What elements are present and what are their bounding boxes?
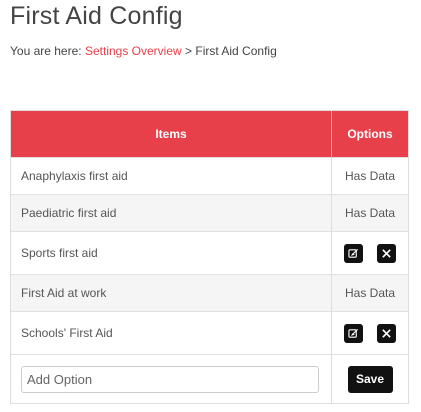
breadcrumb-separator: > bbox=[185, 44, 193, 58]
edit-icon[interactable] bbox=[344, 243, 364, 263]
save-cell: Save bbox=[331, 354, 408, 403]
page-title: First Aid Config bbox=[10, 2, 183, 30]
table-header-row: Items Options bbox=[11, 111, 408, 158]
add-option-input[interactable] bbox=[21, 365, 319, 393]
edit-icon[interactable] bbox=[344, 323, 364, 343]
first-aid-table-container: Items Options Anaphylaxis first aid Has … bbox=[10, 110, 409, 404]
item-name: Paediatric first aid bbox=[11, 194, 332, 232]
table-row: Anaphylaxis first aid Has Data bbox=[11, 157, 408, 195]
close-icon[interactable] bbox=[376, 243, 396, 263]
table-row: Paediatric first aid Has Data bbox=[11, 194, 408, 232]
breadcrumb: You are here: Settings Overview > First … bbox=[10, 44, 277, 58]
item-name: Schools' First Aid bbox=[11, 311, 332, 355]
item-name: Anaphylaxis first aid bbox=[11, 157, 332, 195]
table-row: First Aid at work Has Data bbox=[11, 274, 408, 312]
table-row: Sports first aid bbox=[11, 231, 408, 275]
breadcrumb-link-settings-overview[interactable]: Settings Overview bbox=[85, 44, 182, 58]
option-actions bbox=[331, 311, 408, 355]
header-options: Options bbox=[331, 111, 408, 158]
item-name: First Aid at work bbox=[11, 274, 332, 312]
breadcrumb-current: First Aid Config bbox=[195, 44, 277, 58]
option-status: Has Data bbox=[331, 274, 408, 312]
option-status: Has Data bbox=[331, 194, 408, 232]
add-option-cell bbox=[11, 354, 332, 403]
save-button[interactable]: Save bbox=[347, 365, 393, 393]
add-option-row: Save bbox=[11, 354, 408, 403]
item-name: Sports first aid bbox=[11, 231, 332, 275]
option-actions bbox=[331, 231, 408, 275]
first-aid-table: Items Options Anaphylaxis first aid Has … bbox=[11, 111, 408, 403]
table-row: Schools' First Aid bbox=[11, 311, 408, 355]
close-icon[interactable] bbox=[376, 323, 396, 343]
header-items: Items bbox=[11, 111, 332, 158]
option-status: Has Data bbox=[331, 157, 408, 195]
breadcrumb-prefix: You are here: bbox=[10, 44, 82, 58]
